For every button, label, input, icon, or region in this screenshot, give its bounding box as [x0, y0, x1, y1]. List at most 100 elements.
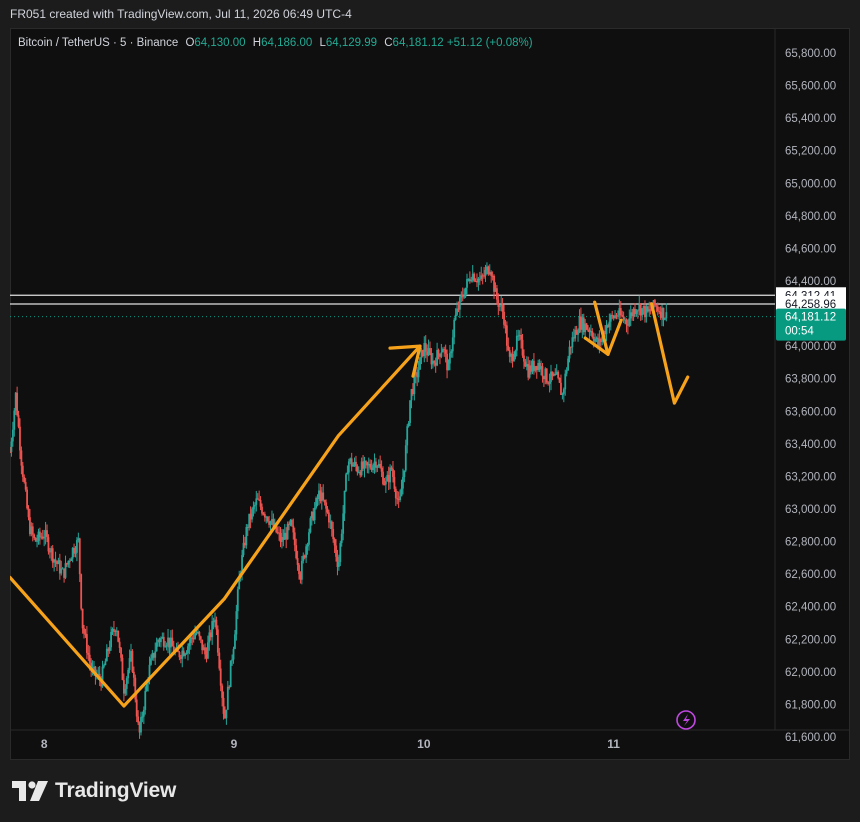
candle-up [641, 308, 644, 316]
candle-up [564, 373, 567, 390]
x-tick-label: 8 [41, 737, 48, 751]
candle-up [568, 346, 571, 359]
y-tick-label: 63,600.00 [785, 406, 836, 418]
open-value: 64,130.00 [194, 37, 246, 49]
candle-up [498, 305, 501, 307]
candle-up [447, 363, 450, 371]
candle-down [31, 526, 34, 535]
candle-up [235, 611, 238, 635]
candle-down [473, 273, 476, 282]
candle-down [17, 415, 20, 427]
lightning-bolt-icon [683, 714, 690, 726]
candle-down [622, 316, 625, 320]
candle-down [216, 629, 219, 653]
candle-down [503, 311, 505, 325]
candle-down [171, 637, 174, 647]
candle-up [306, 544, 309, 547]
candle-up [484, 269, 487, 276]
y-tick-label: 65,800.00 [785, 48, 836, 60]
candle-down [521, 339, 524, 356]
candle-down [393, 477, 396, 489]
annotation-arrow [10, 344, 422, 708]
candle-down [429, 348, 431, 354]
candle-up [399, 496, 401, 501]
candle-up [127, 669, 130, 679]
candle-down [330, 521, 333, 529]
y-tick-label: 63,200.00 [785, 471, 836, 483]
candle-up [11, 429, 14, 442]
candle-up [376, 466, 379, 468]
candle-down [73, 547, 75, 554]
candle-down [47, 537, 50, 552]
candle-up [76, 540, 78, 553]
candle-up [515, 335, 518, 351]
candle-down [545, 368, 548, 383]
y-tick-label: 64,400.00 [785, 276, 836, 288]
candle-up [458, 297, 461, 310]
candle-up [305, 546, 308, 558]
chart-credit: FR051 created with TradingView.com, Jul … [10, 7, 352, 21]
candle-down [33, 534, 36, 538]
candle-down [523, 355, 525, 362]
y-tick-label: 65,400.00 [785, 113, 836, 125]
candle-up [10, 441, 13, 453]
candle-down [392, 468, 394, 478]
candle-up [594, 338, 597, 342]
candle-up [234, 634, 236, 649]
candle-up [232, 648, 235, 660]
candle-up [269, 521, 272, 525]
candle-down [636, 310, 639, 312]
candle-down [85, 634, 88, 653]
candle-up [188, 643, 191, 647]
candle-up [286, 523, 289, 540]
candle-up [372, 465, 374, 471]
tradingview-logo[interactable]: TradingView [12, 779, 176, 803]
candle-down [88, 654, 91, 663]
candle-down [507, 345, 510, 351]
candle-up [74, 552, 77, 554]
candle-up [337, 562, 340, 567]
candle-down [585, 323, 588, 330]
close-label: C [384, 37, 393, 49]
candle-up [406, 426, 409, 446]
candle-down [424, 343, 427, 352]
x-tick-label: 9 [231, 737, 238, 751]
candle-down [333, 539, 336, 546]
candle-up [225, 709, 228, 719]
candle-up [402, 477, 404, 489]
candle-down [557, 371, 560, 378]
candle-up [352, 464, 355, 467]
candle-down [328, 512, 330, 523]
candle-down [87, 652, 90, 655]
candle-down [625, 319, 628, 325]
candle-down [68, 560, 71, 562]
candle-down [296, 558, 299, 565]
candle-up [36, 540, 38, 542]
candle-up [164, 646, 167, 648]
candle-up [103, 665, 105, 667]
candle-up [315, 497, 317, 508]
candle-down [38, 531, 41, 538]
candle-down [10, 451, 11, 453]
candle-up [384, 481, 387, 485]
candle-up [450, 351, 453, 354]
price-chart[interactable]: 61,600.00 61,800.00 62,000.00 62,200.00 62,4… [10, 28, 850, 760]
candle-down [658, 311, 661, 313]
candle-up [464, 287, 467, 297]
candle-down [396, 498, 399, 500]
candle-up [309, 518, 312, 533]
candle-down [23, 476, 26, 483]
candle-up [577, 332, 579, 335]
candle-down [332, 528, 335, 540]
symbol-title: Bitcoin / TetherUS · 5 · Binance [18, 37, 179, 49]
candle-up [150, 658, 152, 665]
y-tick-label: 64,800.00 [785, 211, 836, 223]
candle-down [390, 467, 393, 469]
candle-up [108, 647, 111, 652]
candle-up [470, 279, 473, 282]
candle-down [478, 278, 481, 280]
candle-up [561, 393, 564, 395]
candle-down [619, 307, 622, 316]
candle-down [120, 647, 122, 658]
candle-down [215, 619, 218, 630]
